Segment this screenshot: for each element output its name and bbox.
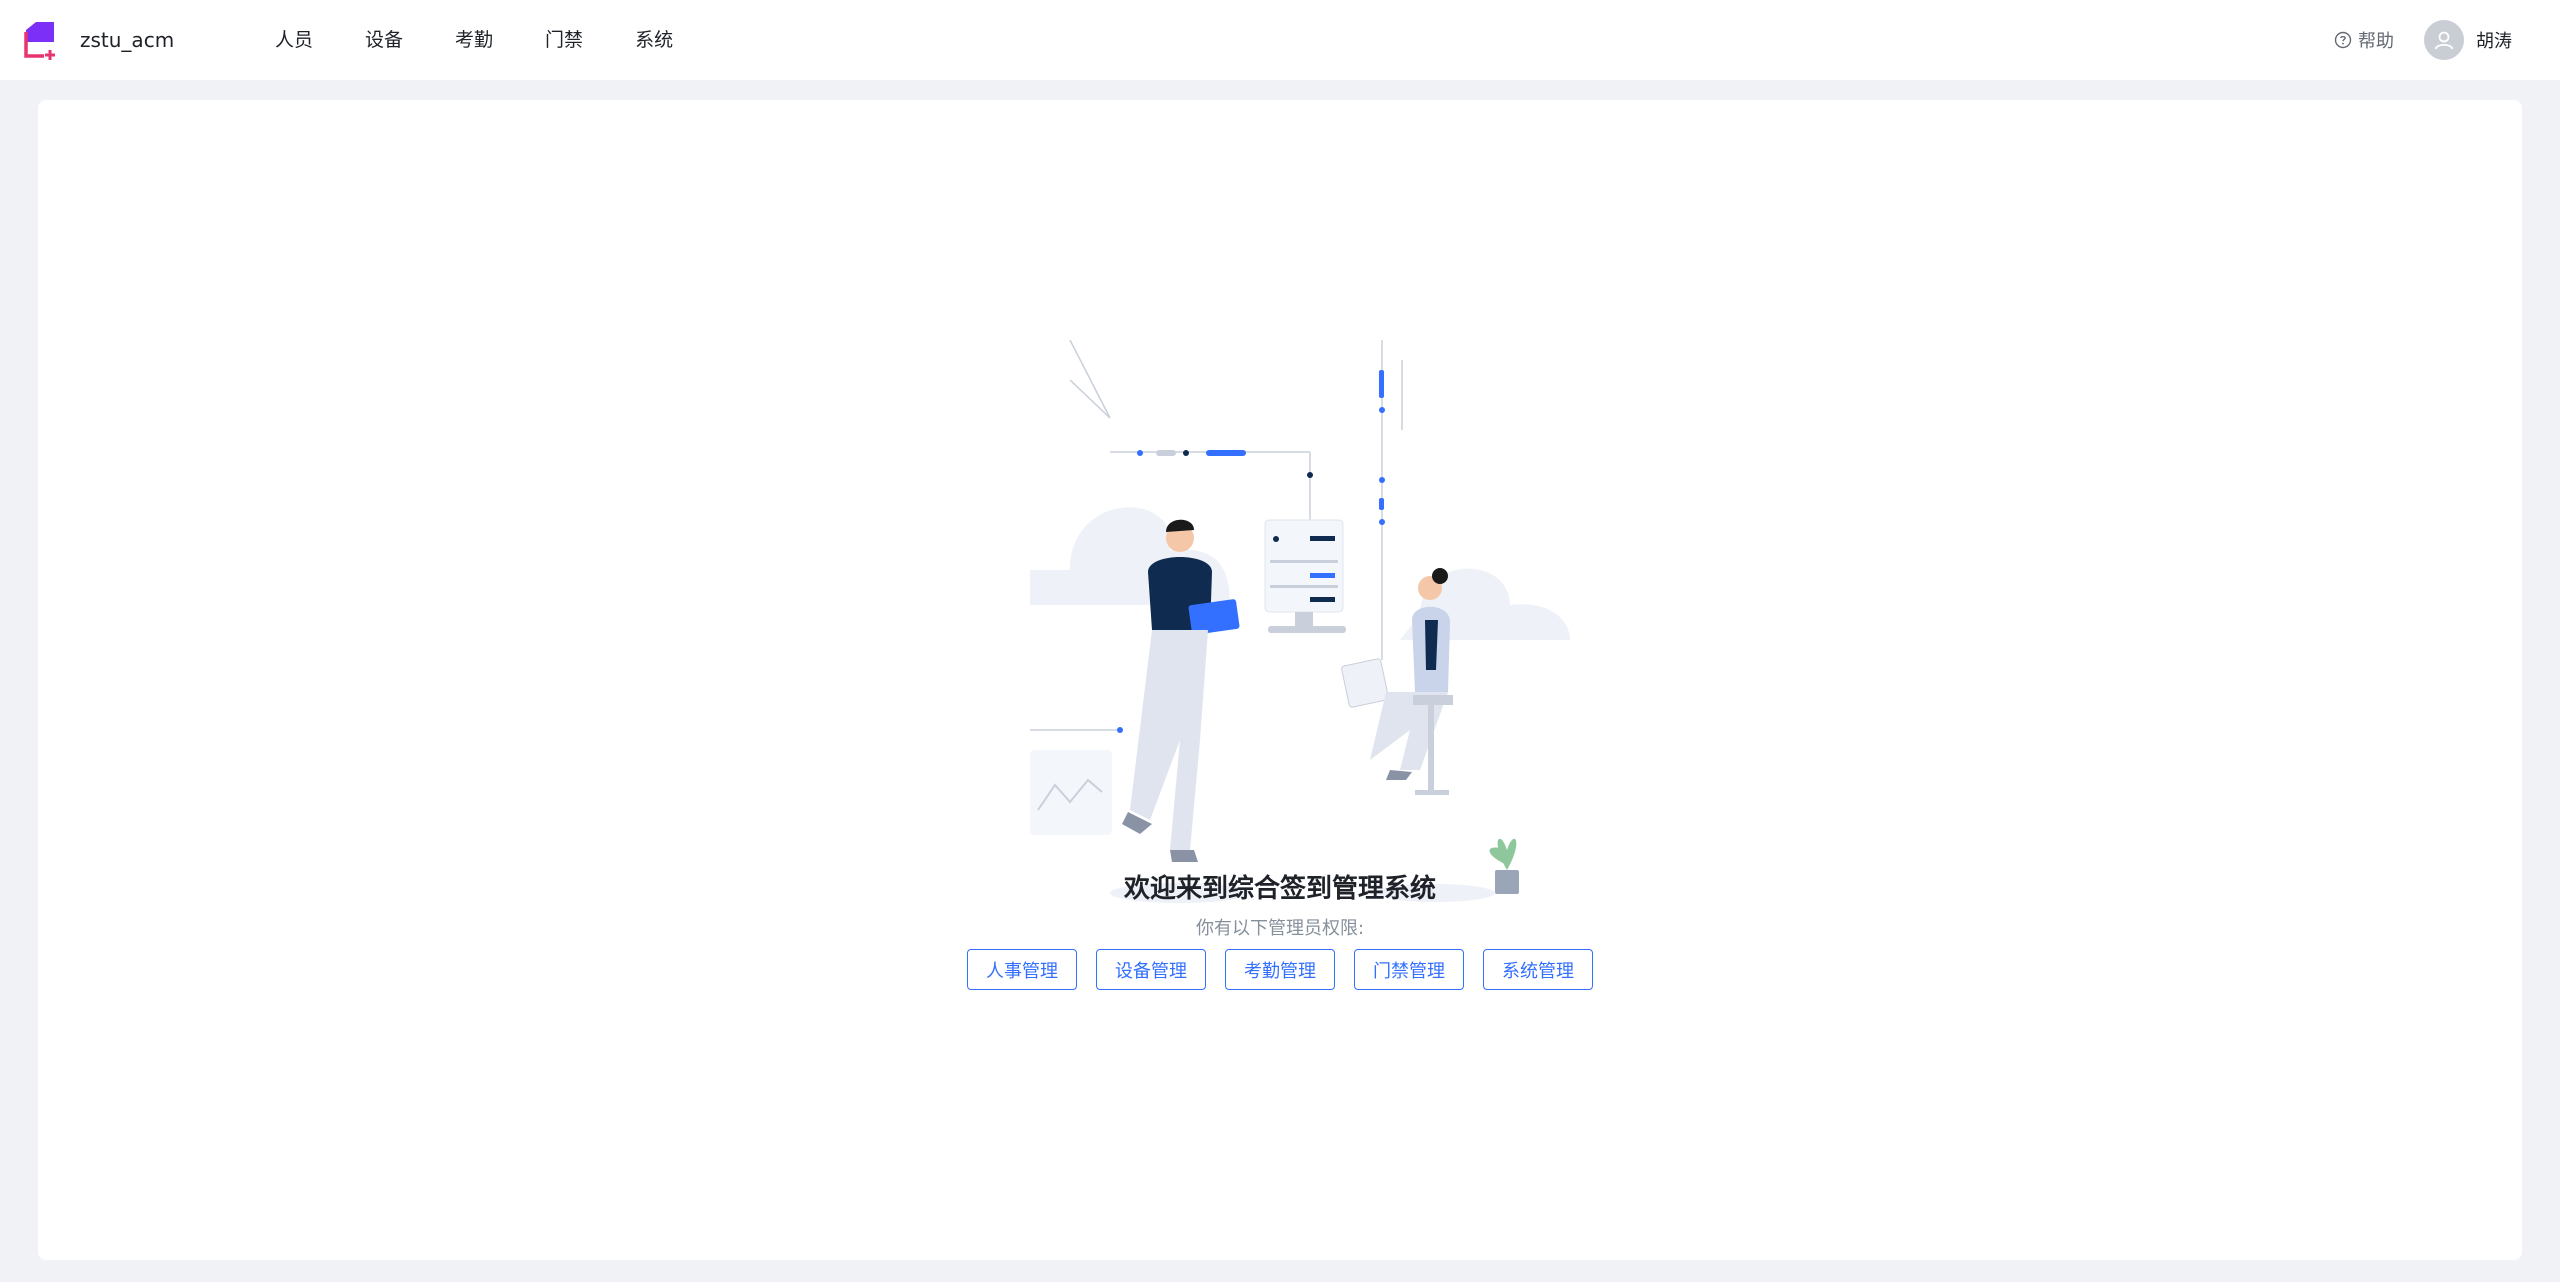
welcome-title: 欢迎来到综合签到管理系统 [1123, 874, 1436, 904]
nav-item-access-control[interactable]: 门禁 [545, 0, 583, 80]
header-right: 帮助 胡涛 [2334, 20, 2512, 60]
system-management-button[interactable]: 系统管理 [1483, 949, 1593, 990]
top-header: zstu_acm 人员 设备 考勤 门禁 系统 帮助 胡涛 [0, 0, 2560, 80]
question-circle-icon [2334, 31, 2352, 49]
access-control-management-button[interactable]: 门禁管理 [1354, 949, 1464, 990]
help-label: 帮助 [2358, 31, 2394, 52]
help-link[interactable]: 帮助 [2334, 27, 2394, 53]
nav-item-devices[interactable]: 设备 [365, 0, 403, 80]
user-avatar-icon [2424, 20, 2464, 60]
permission-buttons: 人事管理 设备管理 考勤管理 门禁管理 系统管理 [38, 949, 2522, 990]
app-logo-icon [24, 22, 55, 60]
welcome-illustration [1030, 340, 1570, 903]
main-card: 欢迎来到综合签到管理系统 你有以下管理员权限: 人事管理 设备管理 考勤管理 门… [38, 100, 2522, 1260]
hr-management-button[interactable]: 人事管理 [967, 949, 1077, 990]
app-name: zstu_acm [80, 28, 175, 52]
nav-item-personnel[interactable]: 人员 [275, 0, 313, 80]
brand[interactable]: zstu_acm [20, 20, 275, 60]
permission-text: 你有以下管理员权限: [1195, 918, 1365, 939]
user-menu[interactable]: 胡涛 [2424, 20, 2512, 60]
username: 胡涛 [2476, 31, 2512, 52]
attendance-management-button[interactable]: 考勤管理 [1225, 949, 1335, 990]
main-nav: 人员 设备 考勤 门禁 系统 [275, 0, 725, 80]
nav-item-system[interactable]: 系统 [635, 0, 673, 80]
device-management-button[interactable]: 设备管理 [1096, 949, 1206, 990]
nav-item-attendance[interactable]: 考勤 [455, 0, 493, 80]
